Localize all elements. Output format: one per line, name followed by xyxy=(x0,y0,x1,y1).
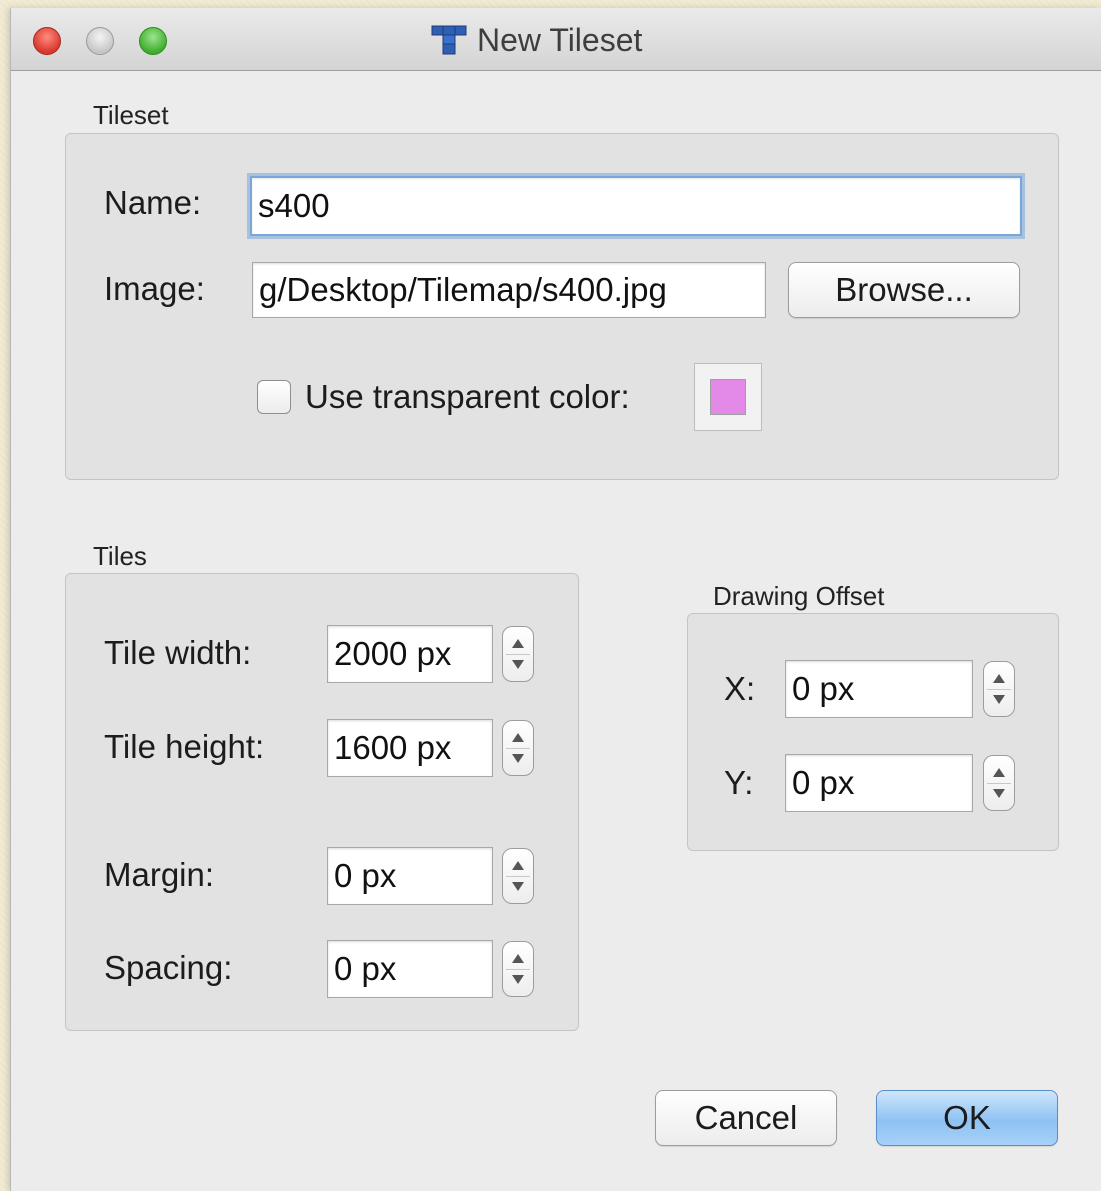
spacing-stepper[interactable] xyxy=(502,941,534,997)
stepper-down-icon[interactable] xyxy=(512,660,524,669)
color-swatch xyxy=(710,379,746,415)
zoom-window-button[interactable] xyxy=(139,27,167,55)
tile-height-stepper[interactable] xyxy=(502,720,534,776)
close-window-button[interactable] xyxy=(33,27,61,55)
name-label: Name: xyxy=(104,184,202,221)
tiles-group-box: Tile width: Tile height: Margin: Spacing… xyxy=(65,573,579,1031)
image-label: Image: xyxy=(104,270,205,307)
tiles-group-label: Tiles xyxy=(93,541,147,571)
stepper-down-icon[interactable] xyxy=(512,975,524,984)
stepper-up-icon[interactable] xyxy=(512,639,524,648)
margin-label: Margin: xyxy=(104,856,215,893)
image-path-field[interactable]: g/Desktop/Tilemap/s400.jpg xyxy=(252,262,766,318)
tile-width-input[interactable] xyxy=(327,625,493,683)
window-title-group: New Tileset xyxy=(431,22,642,58)
tile-width-stepper[interactable] xyxy=(502,626,534,682)
stepper-down-icon[interactable] xyxy=(512,882,524,891)
transparent-color-picker[interactable] xyxy=(694,363,762,431)
offset-x-stepper[interactable] xyxy=(983,661,1015,717)
stepper-up-icon[interactable] xyxy=(993,768,1005,777)
drawing-offset-group-label: Drawing Offset xyxy=(713,581,885,611)
tiled-app-icon xyxy=(431,25,467,55)
stepper-down-icon[interactable] xyxy=(993,789,1005,798)
ok-button[interactable]: OK xyxy=(876,1090,1058,1146)
offset-y-input[interactable] xyxy=(785,754,973,812)
offset-y-label: Y: xyxy=(724,764,754,801)
tile-height-label: Tile height: xyxy=(104,728,265,765)
tile-height-input[interactable] xyxy=(327,719,493,777)
stepper-down-icon[interactable] xyxy=(512,754,524,763)
stepper-up-icon[interactable] xyxy=(512,861,524,870)
new-tileset-dialog: New Tileset Tileset Name: Image: g/Deskt… xyxy=(10,8,1101,1191)
stepper-up-icon[interactable] xyxy=(512,954,524,963)
transparent-color-checkbox[interactable] xyxy=(257,380,291,414)
window-title: New Tileset xyxy=(477,21,643,58)
transparent-color-label: Use transparent color: xyxy=(305,378,630,415)
margin-stepper[interactable] xyxy=(502,848,534,904)
cancel-button[interactable]: Cancel xyxy=(655,1090,837,1146)
margin-input[interactable] xyxy=(327,847,493,905)
offset-y-stepper[interactable] xyxy=(983,755,1015,811)
spacing-input[interactable] xyxy=(327,940,493,998)
stepper-down-icon[interactable] xyxy=(993,695,1005,704)
name-input[interactable] xyxy=(250,176,1022,236)
minimize-window-button[interactable] xyxy=(86,27,114,55)
drawing-offset-group-box: X: Y: xyxy=(687,613,1059,851)
tile-width-label: Tile width: xyxy=(104,634,252,671)
title-bar[interactable]: New Tileset xyxy=(11,8,1101,71)
tileset-group-label: Tileset xyxy=(93,100,169,130)
browse-button[interactable]: Browse... xyxy=(788,262,1020,318)
offset-x-input[interactable] xyxy=(785,660,973,718)
offset-x-label: X: xyxy=(724,670,756,707)
spacing-label: Spacing: xyxy=(104,949,233,986)
stepper-up-icon[interactable] xyxy=(512,733,524,742)
stepper-up-icon[interactable] xyxy=(993,674,1005,683)
tileset-group-box: Name: Image: g/Desktop/Tilemap/s400.jpg … xyxy=(65,133,1059,480)
